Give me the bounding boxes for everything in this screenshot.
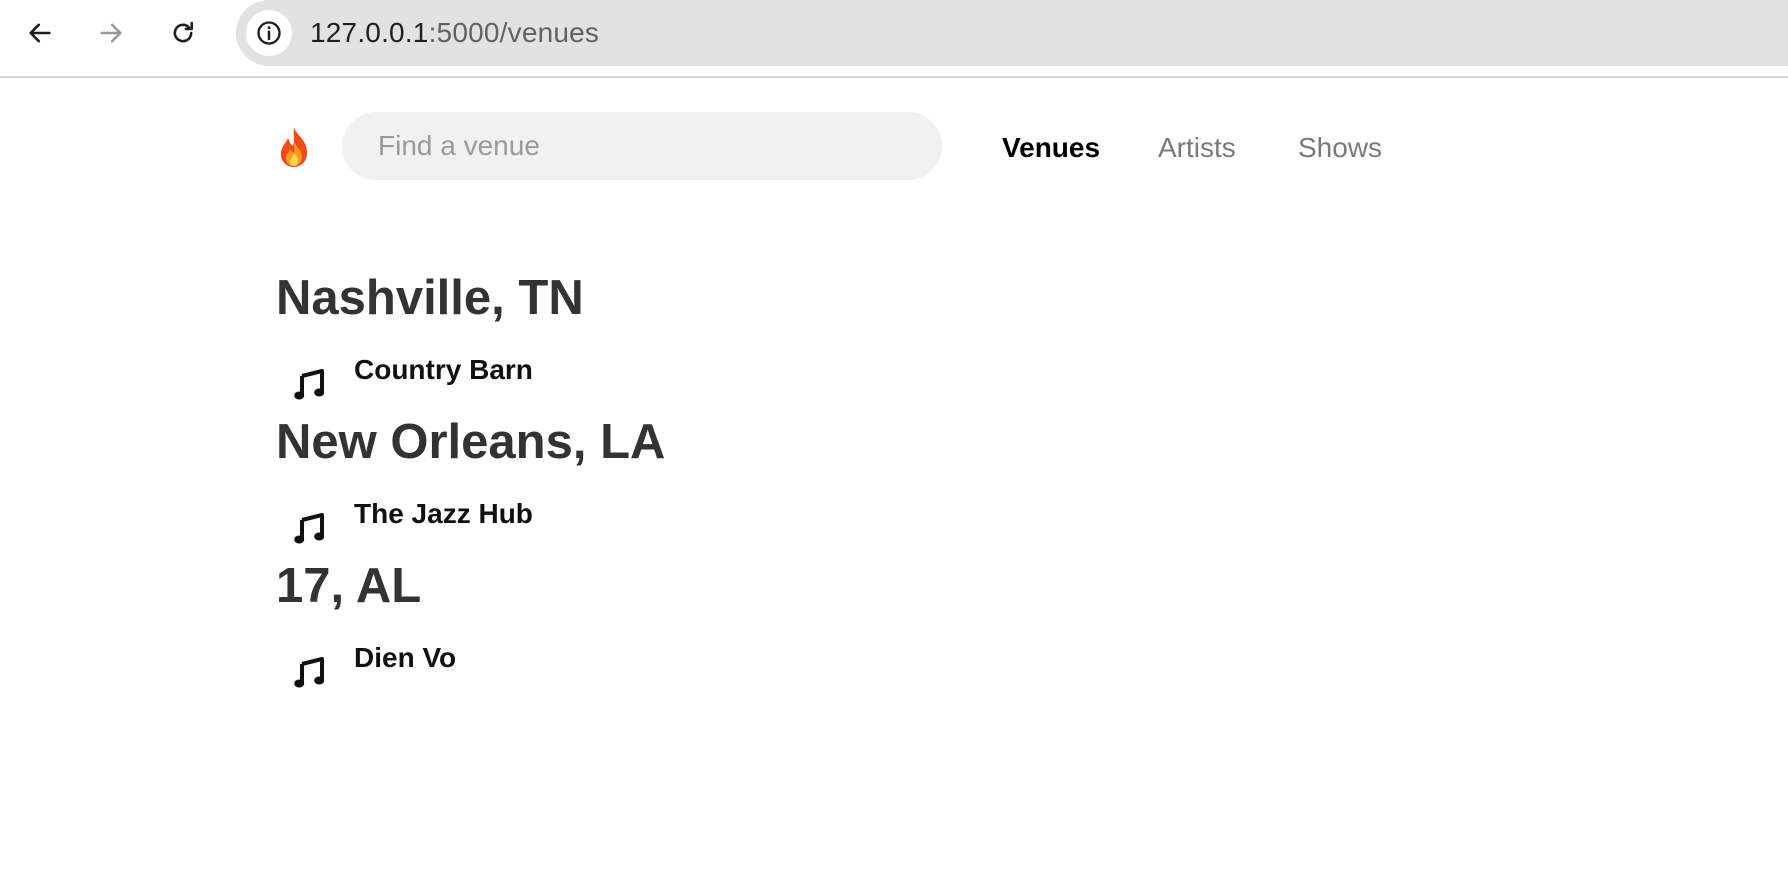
site-header: Venues Artists Shows — [276, 112, 1396, 180]
venues-list: Nashville, TN Country Barn New Orleans, … — [276, 262, 1476, 722]
music-note-icon — [294, 512, 326, 544]
city-heading: Nashville, TN — [276, 271, 584, 325]
address-bar[interactable]: 127.0.0.1:5000/venues — [236, 0, 1788, 66]
venue-link[interactable]: The Jazz Hub — [354, 498, 533, 530]
city-heading: New Orleans, LA — [276, 415, 666, 469]
url-path: :5000/venues — [428, 17, 600, 48]
city-group: 17, AL Dien Vo — [276, 550, 1476, 722]
arrow-left-icon — [29, 23, 51, 43]
info-icon — [257, 21, 281, 45]
venue-link[interactable]: Dien Vo — [354, 642, 456, 674]
music-note-icon — [294, 368, 326, 400]
browser-toolbar: 127.0.0.1:5000/venues — [0, 0, 1788, 78]
music-note-icon — [294, 656, 326, 688]
url-text[interactable]: 127.0.0.1:5000/venues — [310, 17, 599, 49]
venue-item[interactable]: Dien Vo — [276, 622, 1476, 722]
venue-search-input[interactable] — [342, 112, 942, 180]
reload-button[interactable] — [160, 10, 206, 56]
city-heading: 17, AL — [276, 559, 422, 613]
fire-icon[interactable] — [276, 126, 312, 168]
nav-link-venues[interactable]: Venues — [1002, 132, 1100, 164]
nav-link-artists[interactable]: Artists — [1158, 132, 1236, 164]
back-button[interactable] — [17, 10, 63, 56]
url-host: 127.0.0.1 — [310, 17, 429, 48]
reload-icon — [173, 21, 194, 43]
site-info-button[interactable] — [246, 10, 292, 56]
venue-link[interactable]: Country Barn — [354, 354, 533, 386]
forward-button[interactable] — [88, 10, 134, 56]
arrow-right-icon — [100, 23, 122, 43]
nav-link-shows[interactable]: Shows — [1298, 132, 1382, 164]
